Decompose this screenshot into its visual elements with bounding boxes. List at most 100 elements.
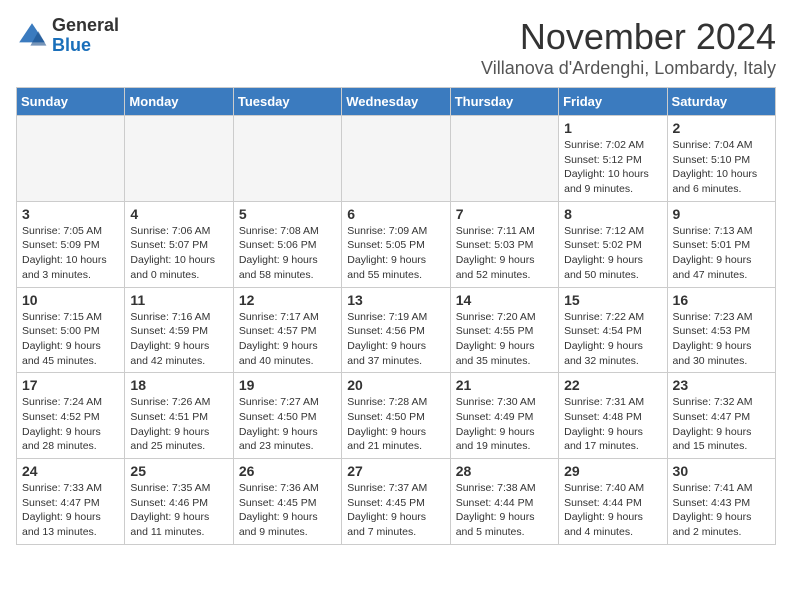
calendar-cell: 9 Sunrise: 7:13 AM Sunset: 5:01 PM Daylig…	[667, 201, 775, 287]
day-info: Sunrise: 7:27 AM Sunset: 4:50 PM Dayligh…	[239, 395, 336, 454]
day-info: Sunrise: 7:12 AM Sunset: 5:02 PM Dayligh…	[564, 224, 661, 283]
calendar-cell: 5 Sunrise: 7:08 AM Sunset: 5:06 PM Daylig…	[233, 201, 341, 287]
calendar-cell: 21Sunrise: 7:30 AM Sunset: 4:49 PM Dayli…	[450, 373, 558, 459]
day-info: Sunrise: 7:19 AM Sunset: 4:56 PM Dayligh…	[347, 310, 444, 369]
calendar-cell: 25 Sunrise: 7:35 AM Sunset: 4:46 PM Dayli…	[125, 459, 233, 545]
weekday-header-monday: Monday	[125, 88, 233, 116]
day-number: 10	[22, 292, 119, 308]
day-number: 18	[130, 377, 227, 393]
day-number: 9	[673, 206, 770, 222]
calendar-cell: 27 Sunrise: 7:37 AM Sunset: 4:45 PM Dayli…	[342, 459, 450, 545]
calendar-week-row: 1 Sunrise: 7:02 AM Sunset: 5:12 PM Daylig…	[17, 116, 776, 202]
calendar-cell: 22 Sunrise: 7:31 AM Sunset: 4:48 PM Dayli…	[559, 373, 667, 459]
day-info: Sunrise: 7:11 AM Sunset: 5:03 PM Dayligh…	[456, 224, 553, 283]
day-info: Sunrise: 7:02 AM Sunset: 5:12 PM Dayligh…	[564, 138, 661, 197]
calendar-cell: 7 Sunrise: 7:11 AM Sunset: 5:03 PM Daylig…	[450, 201, 558, 287]
weekday-header-wednesday: Wednesday	[342, 88, 450, 116]
day-info: Sunrise: 7:13 AM Sunset: 5:01 PM Dayligh…	[673, 224, 770, 283]
day-info: Sunrise: 7:23 AM Sunset: 4:53 PM Dayligh…	[673, 310, 770, 369]
weekday-header-tuesday: Tuesday	[233, 88, 341, 116]
weekday-header-friday: Friday	[559, 88, 667, 116]
calendar-cell: 13Sunrise: 7:19 AM Sunset: 4:56 PM Dayli…	[342, 287, 450, 373]
day-number: 4	[130, 206, 227, 222]
day-info: Sunrise: 7:40 AM Sunset: 4:44 PM Dayligh…	[564, 481, 661, 540]
calendar-cell: 18Sunrise: 7:26 AM Sunset: 4:51 PM Dayli…	[125, 373, 233, 459]
calendar-cell: 3 Sunrise: 7:05 AM Sunset: 5:09 PM Daylig…	[17, 201, 125, 287]
day-info: Sunrise: 7:36 AM Sunset: 4:45 PM Dayligh…	[239, 481, 336, 540]
day-number: 21	[456, 377, 553, 393]
day-number: 14	[456, 292, 553, 308]
day-info: Sunrise: 7:28 AM Sunset: 4:50 PM Dayligh…	[347, 395, 444, 454]
day-number: 19	[239, 377, 336, 393]
calendar-cell: 11Sunrise: 7:16 AM Sunset: 4:59 PM Dayli…	[125, 287, 233, 373]
logo: General Blue	[16, 16, 119, 56]
day-info: Sunrise: 7:35 AM Sunset: 4:46 PM Dayligh…	[130, 481, 227, 540]
day-number: 16	[673, 292, 770, 308]
month-title: November 2024	[481, 16, 776, 58]
day-number: 29	[564, 463, 661, 479]
day-number: 8	[564, 206, 661, 222]
day-info: Sunrise: 7:33 AM Sunset: 4:47 PM Dayligh…	[22, 481, 119, 540]
calendar-cell: 15Sunrise: 7:22 AM Sunset: 4:54 PM Dayli…	[559, 287, 667, 373]
calendar-cell: 30 Sunrise: 7:41 AM Sunset: 4:43 PM Dayli…	[667, 459, 775, 545]
day-number: 6	[347, 206, 444, 222]
day-number: 17	[22, 377, 119, 393]
calendar-cell: 28 Sunrise: 7:38 AM Sunset: 4:44 PM Dayli…	[450, 459, 558, 545]
location-title: Villanova d'Ardenghi, Lombardy, Italy	[481, 58, 776, 79]
calendar-cell: 26 Sunrise: 7:36 AM Sunset: 4:45 PM Dayli…	[233, 459, 341, 545]
logo-general-text: General	[52, 16, 119, 36]
header: General Blue November 2024 Villanova d'A…	[16, 16, 776, 79]
calendar-cell: 20 Sunrise: 7:28 AM Sunset: 4:50 PM Dayli…	[342, 373, 450, 459]
day-info: Sunrise: 7:16 AM Sunset: 4:59 PM Dayligh…	[130, 310, 227, 369]
day-info: Sunrise: 7:06 AM Sunset: 5:07 PM Dayligh…	[130, 224, 227, 283]
calendar-week-row: 24Sunrise: 7:33 AM Sunset: 4:47 PM Dayli…	[17, 459, 776, 545]
calendar-cell: 16 Sunrise: 7:23 AM Sunset: 4:53 PM Dayli…	[667, 287, 775, 373]
calendar-cell: 12 Sunrise: 7:17 AM Sunset: 4:57 PM Dayli…	[233, 287, 341, 373]
day-number: 30	[673, 463, 770, 479]
day-info: Sunrise: 7:32 AM Sunset: 4:47 PM Dayligh…	[673, 395, 770, 454]
day-info: Sunrise: 7:09 AM Sunset: 5:05 PM Dayligh…	[347, 224, 444, 283]
day-number: 25	[130, 463, 227, 479]
calendar-cell: 2Sunrise: 7:04 AM Sunset: 5:10 PM Daylig…	[667, 116, 775, 202]
calendar-cell: 6 Sunrise: 7:09 AM Sunset: 5:05 PM Daylig…	[342, 201, 450, 287]
day-number: 22	[564, 377, 661, 393]
day-number: 26	[239, 463, 336, 479]
day-info: Sunrise: 7:38 AM Sunset: 4:44 PM Dayligh…	[456, 481, 553, 540]
calendar-week-row: 10Sunrise: 7:15 AM Sunset: 5:00 PM Dayli…	[17, 287, 776, 373]
title-section: November 2024 Villanova d'Ardenghi, Lomb…	[481, 16, 776, 79]
day-info: Sunrise: 7:04 AM Sunset: 5:10 PM Dayligh…	[673, 138, 770, 197]
day-number: 23	[673, 377, 770, 393]
day-number: 27	[347, 463, 444, 479]
calendar-cell: 24Sunrise: 7:33 AM Sunset: 4:47 PM Dayli…	[17, 459, 125, 545]
day-info: Sunrise: 7:41 AM Sunset: 4:43 PM Dayligh…	[673, 481, 770, 540]
calendar-table: SundayMondayTuesdayWednesdayThursdayFrid…	[16, 87, 776, 545]
day-info: Sunrise: 7:08 AM Sunset: 5:06 PM Dayligh…	[239, 224, 336, 283]
calendar-cell: 19 Sunrise: 7:27 AM Sunset: 4:50 PM Dayli…	[233, 373, 341, 459]
day-number: 7	[456, 206, 553, 222]
weekday-header-row: SundayMondayTuesdayWednesdayThursdayFrid…	[17, 88, 776, 116]
calendar-cell: 14Sunrise: 7:20 AM Sunset: 4:55 PM Dayli…	[450, 287, 558, 373]
weekday-header-thursday: Thursday	[450, 88, 558, 116]
day-info: Sunrise: 7:31 AM Sunset: 4:48 PM Dayligh…	[564, 395, 661, 454]
calendar-week-row: 17Sunrise: 7:24 AM Sunset: 4:52 PM Dayli…	[17, 373, 776, 459]
day-info: Sunrise: 7:05 AM Sunset: 5:09 PM Dayligh…	[22, 224, 119, 283]
day-number: 1	[564, 120, 661, 136]
day-number: 5	[239, 206, 336, 222]
day-number: 20	[347, 377, 444, 393]
day-info: Sunrise: 7:37 AM Sunset: 4:45 PM Dayligh…	[347, 481, 444, 540]
weekday-header-sunday: Sunday	[17, 88, 125, 116]
calendar-cell: 29 Sunrise: 7:40 AM Sunset: 4:44 PM Dayli…	[559, 459, 667, 545]
calendar-cell	[17, 116, 125, 202]
calendar-cell	[450, 116, 558, 202]
calendar-cell	[125, 116, 233, 202]
day-number: 3	[22, 206, 119, 222]
calendar-cell: 23 Sunrise: 7:32 AM Sunset: 4:47 PM Dayli…	[667, 373, 775, 459]
weekday-header-saturday: Saturday	[667, 88, 775, 116]
calendar-cell	[342, 116, 450, 202]
calendar-cell: 17Sunrise: 7:24 AM Sunset: 4:52 PM Dayli…	[17, 373, 125, 459]
day-info: Sunrise: 7:17 AM Sunset: 4:57 PM Dayligh…	[239, 310, 336, 369]
calendar-cell	[233, 116, 341, 202]
day-number: 28	[456, 463, 553, 479]
calendar-cell: 1 Sunrise: 7:02 AM Sunset: 5:12 PM Daylig…	[559, 116, 667, 202]
day-number: 12	[239, 292, 336, 308]
